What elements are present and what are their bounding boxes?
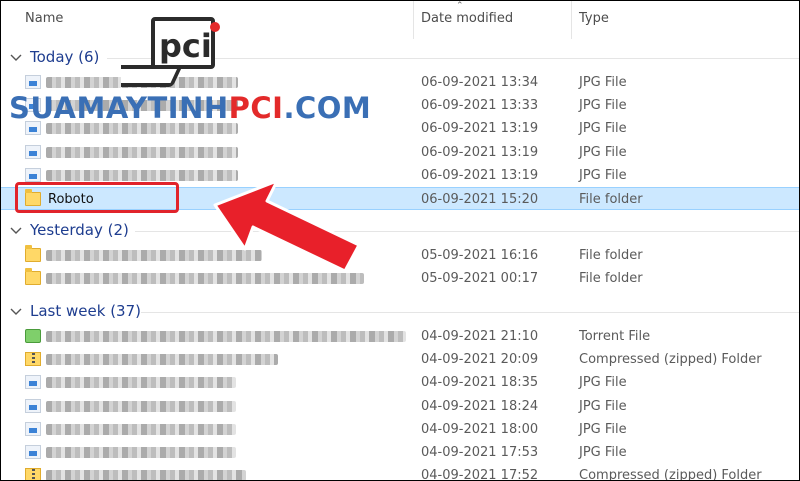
file-date-modified: 06-09-2021 15:20 [421, 192, 539, 207]
blurred-file-name [46, 147, 238, 158]
jpg-file-icon [25, 399, 41, 413]
jpg-file-icon [25, 375, 41, 389]
blurred-file-name [46, 354, 278, 365]
file-row[interactable]: 04-09-2021 18:00 JPG File [1, 418, 799, 441]
file-row[interactable]: 05-09-2021 16:16 File folder [1, 244, 799, 267]
file-type: File folder [579, 271, 643, 286]
pci-logo: pci [121, 17, 220, 87]
file-date-modified: 05-09-2021 00:17 [421, 271, 539, 286]
highlight-box [15, 182, 179, 213]
jpg-file-icon [25, 168, 41, 182]
file-type: Torrent File [579, 329, 651, 344]
file-row[interactable]: 04-09-2021 20:09 Compressed (zipped) Fold… [1, 348, 799, 371]
file-row[interactable]: 04-09-2021 17:53 JPG File [1, 441, 799, 464]
file-date-modified: 04-09-2021 21:10 [421, 329, 539, 344]
file-date-modified: 04-09-2021 20:09 [421, 352, 539, 367]
column-header-date-modified[interactable]: Date modified [421, 11, 513, 26]
file-date-modified: 04-09-2021 18:35 [421, 375, 539, 390]
group-label: Today (6) [30, 48, 100, 66]
folder-icon [25, 268, 41, 285]
watermark-part-3: .COM [283, 91, 372, 125]
column-header-name[interactable]: Name [25, 11, 63, 26]
file-date-modified: 04-09-2021 17:53 [421, 445, 539, 460]
column-header-type[interactable]: Type [579, 11, 609, 26]
blurred-file-name [46, 447, 236, 458]
logo-text: pci [159, 27, 212, 65]
watermark-part-2: PCI [228, 91, 284, 125]
zip-folder-icon [25, 468, 41, 480]
file-date-modified: 04-09-2021 17:52 [421, 468, 539, 481]
file-type: Compressed (zipped) Folder [579, 468, 762, 481]
file-explorer-list: Name ⌃ Date modified Type Today (6) 06-09… [0, 0, 800, 481]
group-label: Last week (37) [30, 302, 141, 320]
column-divider[interactable] [413, 1, 414, 39]
group-divider [135, 231, 799, 232]
file-date-modified: 06-09-2021 13:19 [421, 168, 539, 183]
blurred-file-name [46, 377, 236, 388]
group-header[interactable]: Last week (37) [1, 299, 799, 325]
chevron-down-icon[interactable] [9, 224, 23, 238]
file-type: JPG File [579, 422, 627, 437]
jpg-file-icon [25, 75, 41, 89]
file-type: JPG File [579, 375, 627, 390]
blurred-file-name [46, 170, 238, 181]
chevron-down-icon[interactable] [9, 305, 23, 319]
file-date-modified: 06-09-2021 13:19 [421, 145, 539, 160]
watermark-part-1: SUAMAYTINH [9, 91, 229, 125]
group-label: Yesterday (2) [30, 221, 129, 239]
file-date-modified: 04-09-2021 18:24 [421, 399, 539, 414]
file-type: JPG File [579, 98, 627, 113]
column-divider[interactable] [571, 1, 572, 39]
file-row[interactable]: 04-09-2021 17:52 Compressed (zipped) Fold… [1, 464, 799, 481]
blurred-file-name [46, 250, 262, 261]
file-row[interactable]: 04-09-2021 18:24 JPG File [1, 395, 799, 418]
file-row[interactable]: 04-09-2021 21:10 Torrent File [1, 325, 799, 348]
blurred-file-name [46, 273, 364, 284]
file-type: File folder [579, 248, 643, 263]
file-date-modified: 06-09-2021 13:33 [421, 98, 539, 113]
folder-icon [25, 245, 41, 262]
blurred-file-name [46, 401, 236, 412]
file-type: JPG File [579, 75, 627, 90]
file-type: JPG File [579, 145, 627, 160]
zip-folder-icon [25, 352, 41, 366]
jpg-file-icon [25, 145, 41, 159]
file-type: JPG File [579, 399, 627, 414]
file-type: File folder [579, 192, 643, 207]
blurred-file-name [46, 470, 246, 480]
jpg-file-icon [25, 422, 41, 436]
jpg-file-icon [25, 445, 41, 459]
file-date-modified: 06-09-2021 13:34 [421, 75, 539, 90]
file-type: JPG File [579, 445, 627, 460]
sort-caret-icon: ⌃ [456, 1, 464, 11]
file-row[interactable]: 06-09-2021 13:19 JPG File [1, 141, 799, 164]
watermark-text: SUAMAYTINHPCI.COM [9, 91, 371, 125]
file-row[interactable]: 04-09-2021 18:35 JPG File [1, 371, 799, 394]
file-date-modified: 06-09-2021 13:19 [421, 121, 539, 136]
file-type: JPG File [579, 121, 627, 136]
group-header[interactable]: Yesterday (2) [1, 218, 799, 244]
file-date-modified: 05-09-2021 16:16 [421, 248, 539, 263]
file-row[interactable]: 05-09-2021 00:17 File folder [1, 267, 799, 290]
file-type: JPG File [579, 168, 627, 183]
torrent-file-icon [25, 329, 41, 343]
group-divider [141, 312, 799, 313]
chevron-down-icon[interactable] [9, 51, 23, 65]
blurred-file-name [46, 331, 406, 342]
blurred-file-name [46, 424, 236, 435]
file-date-modified: 04-09-2021 18:00 [421, 422, 539, 437]
file-type: Compressed (zipped) Folder [579, 352, 762, 367]
